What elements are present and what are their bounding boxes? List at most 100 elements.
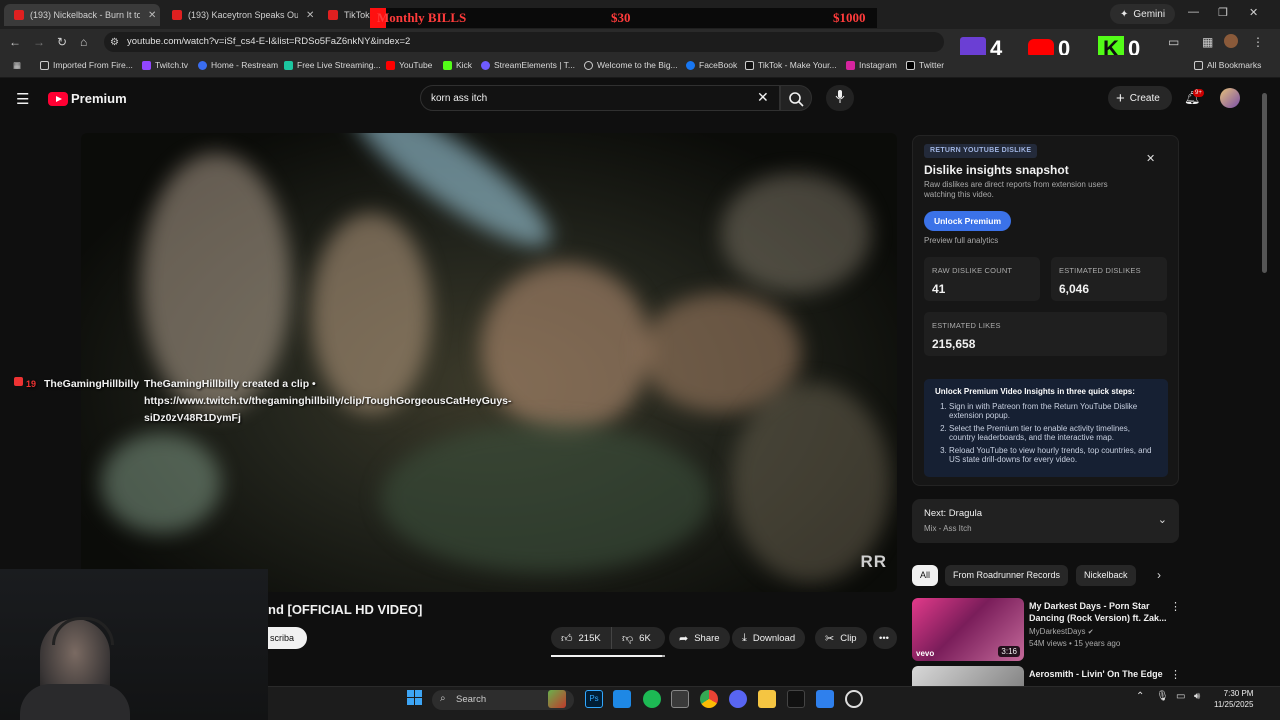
- url-bar[interactable]: youtube.com/watch?v=iSf_cs4-E-I&list=RDS…: [104, 32, 944, 52]
- bookmark-twitch[interactable]: Twitch.tv: [142, 60, 188, 70]
- more-actions-button[interactable]: •••: [873, 627, 897, 649]
- bookmark-free-live-streaming[interactable]: Free Live Streaming...: [284, 60, 381, 70]
- forward-icon[interactable]: →: [33, 35, 45, 49]
- video-title: nd [OFFICIAL HD VIDEO]: [268, 602, 423, 617]
- duration-badge: 3:16: [998, 646, 1020, 657]
- apps-icon[interactable]: ▦: [13, 60, 21, 71]
- list-item[interactable]: vevo 3:16 My Darkest Days - Porn Star Da…: [912, 598, 1272, 662]
- home-icon[interactable]: ⌂: [80, 35, 87, 49]
- discord-icon[interactable]: [729, 690, 747, 708]
- back-icon[interactable]: ←: [9, 35, 21, 49]
- youtube-chat-badge-icon: [14, 377, 23, 386]
- like-ratio-bar: [551, 655, 665, 657]
- share-button[interactable]: ➦ Share: [669, 627, 730, 649]
- bookmark-welcome[interactable]: Welcome to the Big...: [584, 60, 678, 70]
- ryd-badge: RETURN YOUTUBE DISLIKE: [924, 144, 1038, 158]
- network-icon[interactable]: ▭: [1176, 691, 1185, 702]
- video-thumbnail[interactable]: vevo 3:16: [912, 598, 1024, 661]
- volume-icon[interactable]: 🔊︎: [1194, 691, 1200, 702]
- create-button[interactable]: + Create: [1108, 86, 1172, 110]
- settings-gear-icon[interactable]: [845, 690, 863, 708]
- clear-search-icon[interactable]: ✕: [757, 89, 769, 106]
- search-button[interactable]: [780, 85, 812, 111]
- bookmark-tiktok[interactable]: TikTok - Make Your...: [745, 60, 837, 70]
- bookmark-imported[interactable]: Imported From Fire...: [40, 60, 133, 70]
- restore-icon[interactable]: ❐: [1218, 6, 1228, 19]
- close-window-icon[interactable]: ✕: [1249, 6, 1258, 19]
- menu-dots-icon[interactable]: ⋮: [1252, 35, 1264, 49]
- youtube-premium-logo[interactable]: Premium: [48, 91, 127, 106]
- terminal-icon[interactable]: [787, 690, 805, 708]
- tab-tiktok[interactable]: TikTok: [318, 4, 370, 26]
- subscribe-button[interactable]: scriba: [268, 627, 307, 649]
- like-button[interactable]: 👍︎ 215K: [551, 627, 611, 649]
- video-thumbnail[interactable]: [912, 666, 1024, 686]
- chip-nickelback[interactable]: Nickelback: [1076, 565, 1136, 586]
- chip-from-roadrunner[interactable]: From Roadrunner Records: [945, 565, 1069, 586]
- app-window-icon[interactable]: [671, 690, 689, 708]
- bookmark-restream[interactable]: Home - Restream: [198, 60, 278, 70]
- photos-icon[interactable]: [613, 690, 631, 708]
- windows-start-icon[interactable]: [407, 690, 423, 706]
- video-player[interactable]: RR: [81, 133, 897, 592]
- verified-icon: ✔: [1087, 629, 1094, 636]
- more-vertical-icon[interactable]: ⋮: [1170, 668, 1181, 681]
- search-icon: [789, 92, 804, 107]
- search-input[interactable]: korn ass itch: [420, 85, 780, 111]
- extensions-icon[interactable]: ▦: [1202, 35, 1213, 49]
- list-item[interactable]: Aerosmith - Livin' On The Edge ⋮: [912, 666, 1272, 686]
- notepad-icon[interactable]: [816, 690, 834, 708]
- photoshop-icon[interactable]: Ps: [585, 690, 603, 708]
- share-icon: ➦: [679, 632, 689, 645]
- bookmark-twitter[interactable]: Twitter: [906, 60, 944, 70]
- folder-icon: [40, 60, 49, 70]
- chevron-right-icon[interactable]: ›: [1157, 568, 1161, 582]
- microphone-tray-icon[interactable]: 🎙︎: [1156, 691, 1169, 702]
- download-button[interactable]: ⤓ Download: [732, 627, 806, 649]
- chip-all[interactable]: All: [912, 565, 939, 586]
- spotify-icon[interactable]: [643, 690, 661, 708]
- bookmark-kick[interactable]: Kick: [443, 60, 472, 70]
- preview-analytics-link[interactable]: Preview full analytics: [924, 236, 998, 245]
- bookmark-youtube[interactable]: YouTube: [386, 60, 432, 70]
- voice-search-button[interactable]: [826, 85, 854, 111]
- search-highlight-icon: [548, 690, 566, 708]
- reload-icon[interactable]: ↻: [57, 35, 67, 49]
- all-bookmarks[interactable]: All Bookmarks: [1194, 60, 1261, 70]
- system-clock[interactable]: 7:30 PM 11/25/2025: [1214, 688, 1253, 710]
- globe-icon: [584, 60, 593, 70]
- page-scrollbar[interactable]: [1262, 93, 1267, 273]
- next-in-mix-panel[interactable]: Next: Dragula Mix - Ass Itch ⌄: [912, 499, 1179, 543]
- close-tab-icon[interactable]: ✕: [148, 10, 156, 21]
- rec-title: My Darkest Days - Porn Star Dancing (Roc…: [1029, 601, 1167, 623]
- site-info-icon[interactable]: ⚙: [110, 37, 119, 48]
- hamburger-menu-icon[interactable]: ☰: [16, 90, 29, 108]
- thumbs-down-icon: 👎︎: [622, 632, 634, 645]
- file-explorer-icon[interactable]: [758, 690, 776, 708]
- premium-steps-list: Sign in with Patreon from the Return You…: [937, 402, 1157, 468]
- bookmark-facebook[interactable]: FaceBook: [686, 60, 737, 70]
- sidepanel-icon[interactable]: ▭: [1168, 35, 1179, 49]
- gemini-button[interactable]: ✦ Gemini: [1110, 4, 1176, 24]
- rec-channel: MyDarkestDays ✔: [1029, 627, 1094, 636]
- minimize-icon[interactable]: —: [1188, 6, 1199, 18]
- account-avatar[interactable]: [1220, 88, 1240, 108]
- close-tab-icon[interactable]: ✕: [306, 10, 314, 21]
- chrome-icon[interactable]: [700, 690, 718, 708]
- profile-avatar[interactable]: [1224, 34, 1238, 48]
- tiktok-favicon-icon: [328, 10, 338, 20]
- clip-button[interactable]: ✂ Clip: [815, 627, 867, 649]
- tab-nickelback[interactable]: (193) Nickelback - Burn It to the ✕: [4, 4, 160, 26]
- dislike-button[interactable]: 👎︎ 6K: [611, 627, 665, 649]
- chevron-up-icon[interactable]: ⌃: [1136, 691, 1144, 702]
- list-item: Reload YouTube to view hourly trends, to…: [949, 446, 1157, 464]
- more-vertical-icon[interactable]: ⋮: [1170, 600, 1181, 613]
- notification-count-badge: 9+: [1193, 89, 1204, 97]
- list-item: Select the Premium tier to enable activi…: [949, 424, 1157, 442]
- tab-kaceytron[interactable]: (193) Kaceytron Speaks Out, La ✕: [162, 4, 318, 26]
- close-icon[interactable]: ✕: [1146, 152, 1155, 165]
- unlock-premium-button[interactable]: Unlock Premium: [924, 211, 1011, 231]
- bookmark-instagram[interactable]: Instagram: [846, 60, 897, 70]
- chevron-down-icon[interactable]: ⌄: [1158, 513, 1167, 526]
- bookmark-streamelements[interactable]: StreamElements | T...: [481, 60, 575, 70]
